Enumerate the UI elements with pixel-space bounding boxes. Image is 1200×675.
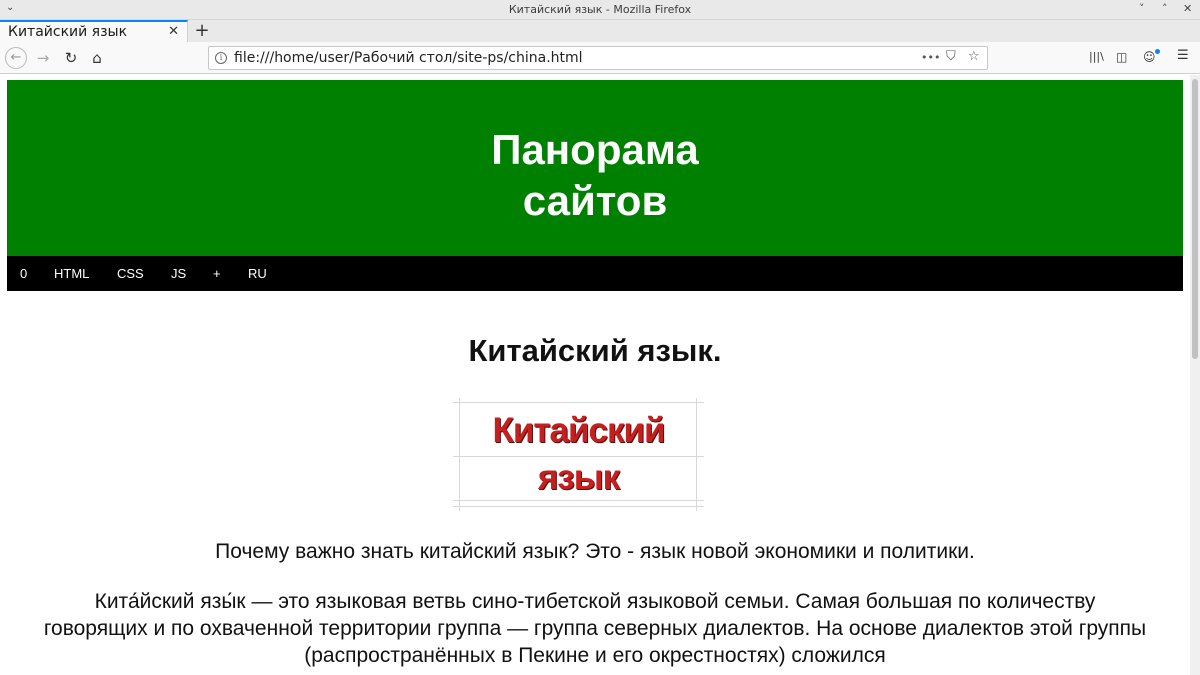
scrollbar-thumb[interactable] bbox=[1192, 79, 1198, 359]
tab-china[interactable]: Китайский язык ✕ bbox=[0, 20, 188, 42]
banner-text-line2: язык bbox=[537, 458, 620, 497]
account-icon[interactable]: ☺ bbox=[1143, 50, 1156, 64]
nav-link-0[interactable]: 0 bbox=[20, 266, 27, 281]
maximize-icon[interactable]: ˄ bbox=[1162, 2, 1168, 15]
article-banner-image: Китайский язык bbox=[453, 398, 704, 511]
site-nav: 0 HTML CSS JS + RU bbox=[7, 256, 1183, 291]
back-button[interactable]: ← bbox=[5, 47, 27, 69]
site-title: Панорама сайтов bbox=[7, 124, 1183, 226]
window-title: Китайский язык - Mozilla Firefox bbox=[508, 3, 692, 16]
pocket-icon[interactable]: ⛉ bbox=[946, 49, 956, 64]
nav-link-plus[interactable]: + bbox=[213, 266, 221, 281]
banner-text-line1: Китайский bbox=[492, 411, 665, 450]
body-paragraph: Кита́йский язы́к — это языковая ветвь си… bbox=[43, 590, 1147, 667]
site-header: Панорама сайтов bbox=[7, 80, 1183, 256]
lead-paragraph: Почему важно знать китайский язык? Это -… bbox=[215, 540, 975, 563]
tab-close-icon[interactable]: ✕ bbox=[168, 24, 179, 39]
reload-button[interactable]: ↻ bbox=[60, 47, 82, 69]
bookmark-star-icon[interactable]: ☆ bbox=[968, 49, 980, 64]
page-viewport: Панорама сайтов 0 HTML CSS JS + RU Китай… bbox=[0, 75, 1190, 675]
site-info-icon[interactable]: i bbox=[215, 52, 227, 64]
nav-link-js[interactable]: JS bbox=[171, 266, 186, 281]
sidebar-icon[interactable]: ◫ bbox=[1116, 50, 1127, 64]
account-notification-dot bbox=[1155, 49, 1160, 54]
tab-label: Китайский язык bbox=[8, 24, 128, 40]
forward-button[interactable]: → bbox=[32, 47, 54, 69]
home-button[interactable]: ⌂ bbox=[86, 47, 108, 69]
url-bar[interactable]: i file:///home/user/Рабочий стол/site-ps… bbox=[208, 46, 988, 70]
site-title-line2: сайтов bbox=[522, 177, 668, 224]
nav-link-ru[interactable]: RU bbox=[248, 266, 267, 281]
nav-toolbar: ← → ↻ ⌂ i file:///home/user/Рабочий стол… bbox=[0, 42, 1200, 74]
nav-link-css[interactable]: CSS bbox=[117, 266, 144, 281]
url-text[interactable]: file:///home/user/Рабочий стол/site-ps/c… bbox=[234, 50, 583, 66]
tab-strip: Китайский язык ✕ + bbox=[0, 20, 1200, 42]
page-actions-icon[interactable]: ••• bbox=[921, 51, 940, 64]
page-scrollbar[interactable] bbox=[1190, 75, 1200, 675]
close-window-icon[interactable]: ✕ bbox=[1183, 2, 1192, 15]
new-tab-button[interactable]: + bbox=[192, 20, 212, 41]
window-titlebar: ⌄ Китайский язык - Mozilla Firefox ˅ ˄ ✕ bbox=[0, 0, 1200, 20]
hamburger-menu-icon[interactable]: ☰ bbox=[1177, 48, 1189, 63]
library-icon[interactable]: |||\ bbox=[1089, 50, 1104, 63]
minimize-icon[interactable]: ˅ bbox=[1139, 2, 1145, 15]
site-title-line1: Панорама bbox=[491, 126, 699, 173]
nav-link-html[interactable]: HTML bbox=[54, 266, 89, 281]
article-heading: Китайский язык. bbox=[468, 333, 722, 368]
